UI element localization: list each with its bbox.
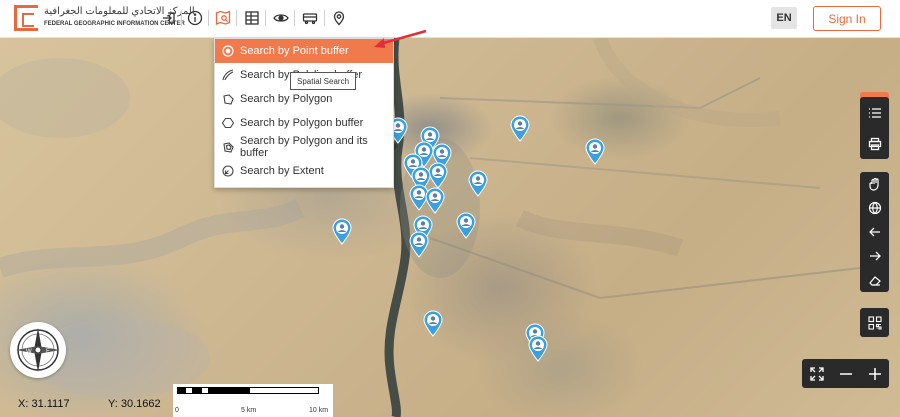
info-icon[interactable] [186, 9, 204, 27]
polygon-and-buffer-icon [222, 141, 234, 153]
map-pin[interactable] [510, 115, 530, 142]
menu-item-label: Search by Polygon [240, 93, 333, 105]
toolbar-separator [236, 10, 237, 26]
top-bar: المركز الاتحادي للمعلومات الجغرافية FEDE… [0, 0, 900, 38]
logo-mark-icon [14, 5, 38, 31]
satellite-map[interactable] [0, 38, 900, 417]
menu-item-label: Search by Point buffer [240, 45, 349, 57]
y-coordinate: Y: 30.1662 [108, 398, 161, 410]
annotation-arrow [374, 29, 427, 48]
scale-bar: 0 5 km 10 km [173, 384, 333, 417]
toolbar-separator [208, 10, 209, 26]
menu-item-polygon-and-buffer[interactable]: Search by Polygon and its buffer [215, 135, 393, 159]
toolbar-separator [324, 10, 325, 26]
compass-icon: W E [16, 328, 60, 372]
menu-item-label: Search by Extent [240, 165, 324, 177]
svg-text:W: W [26, 349, 32, 355]
qr-code-button[interactable] [860, 308, 889, 337]
toolbar-separator [181, 10, 182, 26]
fullscreen-icon[interactable] [802, 359, 831, 388]
bus-icon[interactable] [301, 9, 319, 27]
svg-text:E: E [46, 349, 50, 355]
map-pin[interactable] [456, 212, 476, 239]
language-toggle-button[interactable]: EN [771, 7, 797, 29]
navigation-panel [860, 172, 889, 292]
pan-hand-icon[interactable] [860, 172, 889, 196]
table-icon[interactable] [243, 9, 261, 27]
map-pin[interactable] [425, 187, 445, 214]
eye-icon[interactable] [272, 9, 290, 27]
polygon-icon [222, 93, 234, 105]
spatial-search-icon[interactable] [214, 9, 232, 27]
map-pin[interactable] [423, 310, 443, 337]
scale-segment [249, 387, 319, 394]
menu-item-label: Search by Polygon and its buffer [240, 135, 368, 159]
logo[interactable]: المركز الاتحادي للمعلومات الجغرافية FEDE… [14, 5, 195, 33]
scale-label: 0 [175, 407, 179, 414]
x-coordinate: X: 31.1117 [18, 398, 70, 410]
menu-item-point-buffer[interactable]: Search by Point buffer [215, 39, 393, 63]
zoom-out-icon[interactable] [831, 359, 860, 388]
point-buffer-icon [222, 45, 234, 57]
layers-print-panel [860, 97, 889, 159]
spatial-search-menu: Search by Point buffer Search by Polylin… [214, 38, 394, 188]
map-pin[interactable] [332, 218, 352, 245]
extent-icon [222, 165, 234, 177]
zoom-in-icon[interactable] [860, 359, 889, 388]
menu-item-extent[interactable]: Search by Extent [215, 159, 393, 183]
scale-label: 10 km [309, 407, 329, 414]
map-pin[interactable] [468, 170, 488, 197]
menu-item-polygon-buffer[interactable]: Search by Polygon buffer [215, 111, 393, 135]
scale-label: 5 km [241, 407, 257, 414]
list-icon[interactable] [860, 97, 889, 128]
login-icon[interactable] [160, 9, 178, 27]
map-pin[interactable] [528, 335, 548, 362]
polyline-buffer-icon [222, 69, 234, 81]
scale-segment [177, 387, 185, 394]
spatial-search-tooltip: Spatial Search [290, 72, 356, 90]
qr-code-icon [860, 308, 889, 337]
zoom-controls [802, 359, 889, 388]
menu-item-polygon[interactable]: Search by Polygon [215, 87, 393, 111]
menu-item-label: Search by Polygon buffer [240, 117, 364, 129]
map-pin[interactable] [428, 162, 448, 189]
scale-segment [193, 387, 201, 394]
arrow-right-icon[interactable] [860, 244, 889, 268]
globe-icon[interactable] [860, 196, 889, 220]
polygon-buffer-icon [222, 117, 234, 129]
sign-in-button[interactable]: Sign In [813, 6, 881, 31]
print-icon[interactable] [860, 128, 889, 159]
arrow-left-icon[interactable] [860, 220, 889, 244]
scale-segment [209, 387, 249, 394]
eraser-icon[interactable] [860, 268, 889, 292]
map-pin[interactable] [409, 231, 429, 258]
map-terrain [0, 38, 861, 417]
toolbar-separator [294, 10, 295, 26]
scale-segment [185, 387, 193, 394]
scale-segment [201, 387, 209, 394]
toolbar-separator [265, 10, 266, 26]
map-pin[interactable] [585, 138, 605, 165]
location-pin-icon[interactable] [330, 9, 348, 27]
compass[interactable]: W E [10, 322, 66, 378]
